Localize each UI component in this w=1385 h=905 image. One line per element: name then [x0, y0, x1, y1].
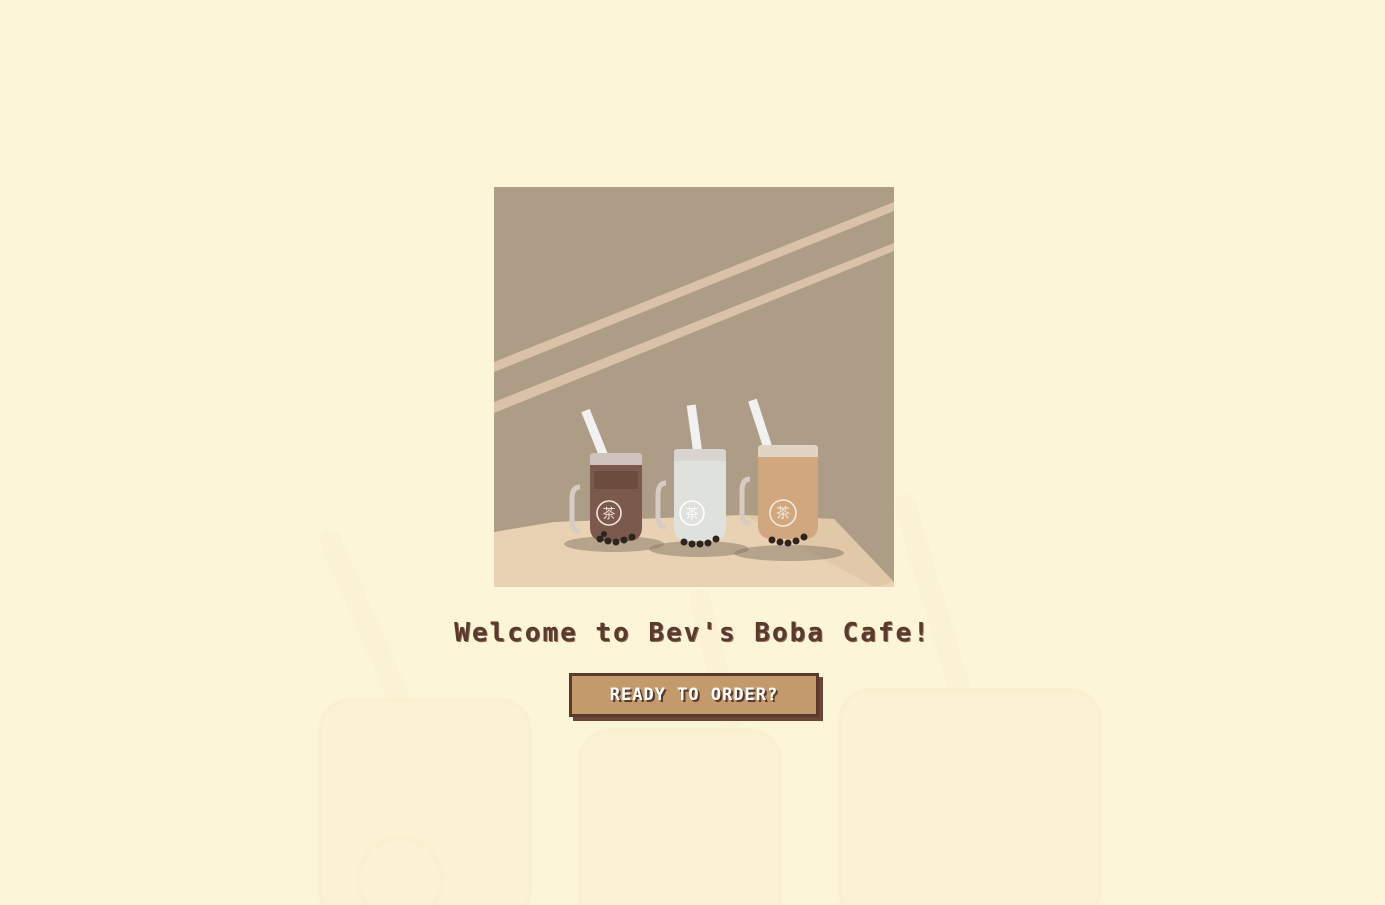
svg-text:茶: 茶 [685, 506, 698, 522]
svg-text:茶: 茶 [776, 506, 790, 522]
ready-to-order-button[interactable]: READY TO ORDER? [569, 673, 819, 717]
boba-drinks-illustration: 茶 茶 茶 [494, 187, 894, 587]
welcome-title: Welcome to Bev's Boba Cafe! [454, 618, 931, 648]
svg-text:茶: 茶 [602, 506, 615, 522]
landing-page: 茶 茶 茶 Welcome to Bev's Boba Cafe! READY … [0, 0, 1385, 905]
